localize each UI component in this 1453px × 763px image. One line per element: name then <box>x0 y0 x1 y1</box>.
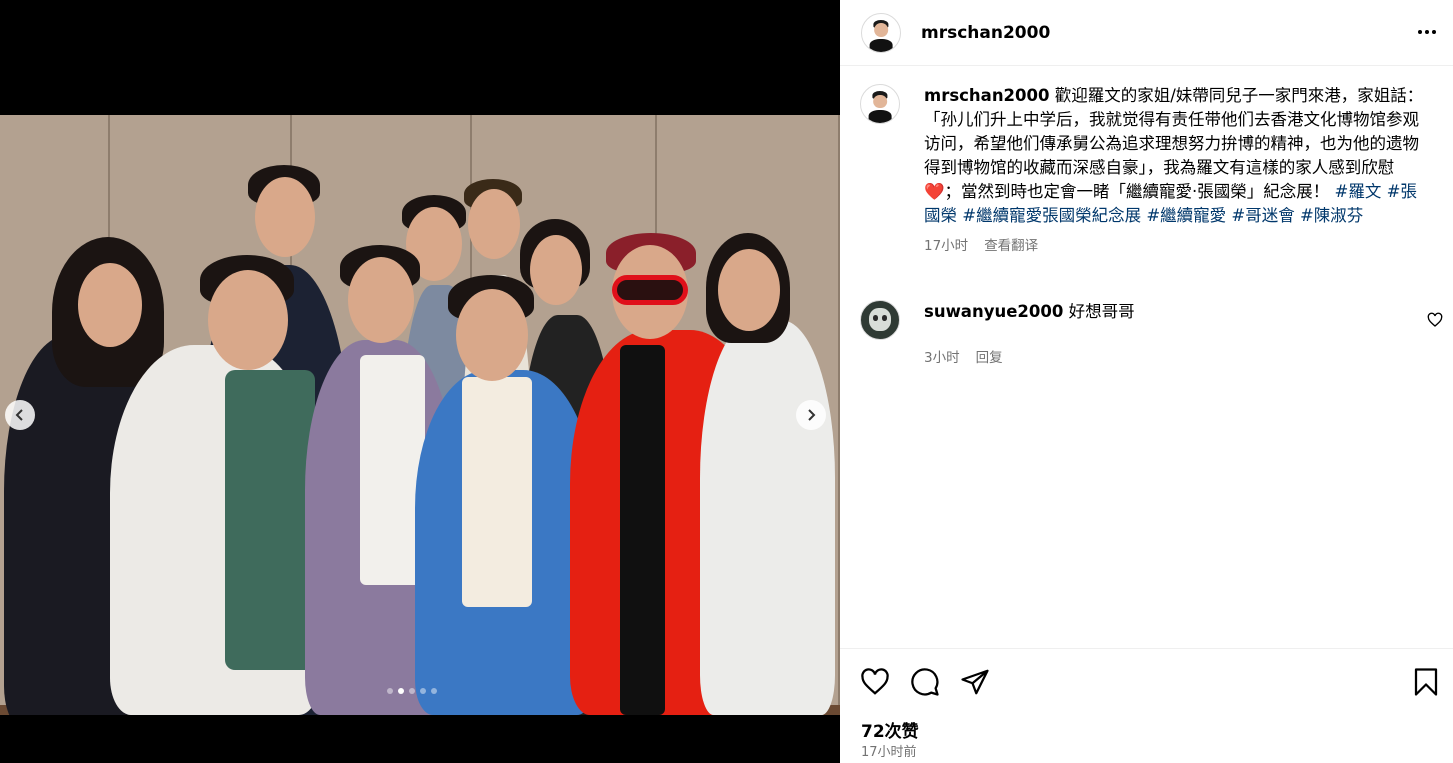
comment-button[interactable] <box>908 665 942 699</box>
hashtag[interactable]: #繼續寵愛 <box>1146 206 1226 225</box>
face <box>348 257 414 343</box>
carousel-prev-button[interactable] <box>5 400 35 430</box>
red-heart-emoji-icon: ❤️ <box>924 182 945 201</box>
face <box>78 263 142 347</box>
reply-link[interactable]: 回复 <box>976 346 1003 366</box>
avatar-body <box>868 110 892 123</box>
carousel-indicator <box>387 688 437 694</box>
hashtag[interactable]: #哥迷會 <box>1231 206 1294 225</box>
carousel-dot-active[interactable] <box>398 688 404 694</box>
share-button[interactable] <box>958 665 992 699</box>
carousel-dot[interactable] <box>387 688 393 694</box>
person <box>620 345 665 715</box>
caption-author-avatar[interactable] <box>860 84 900 124</box>
caption-meta: 17小时 查看翻译 <box>924 234 1445 254</box>
person <box>700 320 835 715</box>
caption-body-end: ；當然到時也定會一睹「繼續寵愛·張國榮」紀念展！ <box>944 182 1330 201</box>
comment-time: 3小时 <box>924 350 960 366</box>
caption-username[interactable]: mrschan2000 <box>924 86 1049 105</box>
face <box>530 235 582 305</box>
comment-username[interactable]: suwanyue2000 <box>924 302 1063 321</box>
save-button[interactable] <box>1409 665 1443 699</box>
posted-time: 17小时前 <box>861 745 917 760</box>
carousel-dot[interactable] <box>431 688 437 694</box>
post-photo[interactable] <box>0 115 840 715</box>
commenter-avatar[interactable] <box>860 300 900 340</box>
comment: suwanyue2000 好想哥哥 3小时 回复 <box>860 300 1445 366</box>
person <box>462 377 532 607</box>
hashtag[interactable]: #陳淑芬 <box>1300 206 1363 225</box>
post-details-panel: mrschan2000 mrschan2000 歡迎羅文的家姐/妹帶同兒子一家門… <box>840 0 1453 763</box>
author-avatar[interactable] <box>861 12 901 53</box>
author-username[interactable]: mrschan2000 <box>921 23 1050 43</box>
avatar-face <box>874 23 888 37</box>
avatar-eye <box>882 315 887 321</box>
instagram-post-view: mrschan2000 mrschan2000 歡迎羅文的家姐/妹帶同兒子一家門… <box>0 0 1453 763</box>
caption-time: 17小时 <box>924 238 969 254</box>
chevron-left-icon <box>15 409 23 421</box>
avatar-face <box>873 94 887 109</box>
face <box>208 270 288 370</box>
comment-text: suwanyue2000 好想哥哥 <box>924 300 1135 340</box>
likes-count[interactable]: 72次赞 <box>861 717 919 742</box>
comment-heart-icon[interactable] <box>1427 312 1443 328</box>
avatar-body <box>869 38 893 52</box>
post-header: mrschan2000 <box>840 0 1453 66</box>
comment-body: 好想哥哥 <box>1068 302 1135 321</box>
comment-icon <box>911 668 939 696</box>
face <box>718 249 780 331</box>
like-button[interactable] <box>858 665 892 699</box>
heart-icon <box>861 668 889 695</box>
media-pane <box>0 0 840 763</box>
face <box>255 177 315 257</box>
send-icon <box>961 669 989 695</box>
chevron-right-icon <box>808 409 816 421</box>
bookmark-icon <box>1414 668 1438 696</box>
carousel-next-button[interactable] <box>796 400 826 430</box>
caption: mrschan2000 歡迎羅文的家姐/妹帶同兒子一家門來港，家姐話：「孙儿们升… <box>860 84 1445 254</box>
hashtag[interactable]: #羅文 <box>1335 182 1382 201</box>
carousel-dot[interactable] <box>409 688 415 694</box>
avatar-eye <box>873 315 878 321</box>
face <box>468 189 520 259</box>
action-icons <box>858 665 992 699</box>
see-translation-link[interactable]: 查看翻译 <box>984 234 1038 254</box>
caption-text: mrschan2000 歡迎羅文的家姐/妹帶同兒子一家門來港，家姐話：「孙儿们升… <box>924 84 1424 228</box>
hashtag[interactable]: #繼續寵愛張國榮紀念展 <box>962 206 1141 225</box>
post-actions: 72次赞 17小时前 <box>840 648 1453 763</box>
face <box>456 289 528 381</box>
person <box>225 370 315 670</box>
sunglasses <box>612 275 688 305</box>
carousel-dot[interactable] <box>420 688 426 694</box>
comment-meta: 3小时 回复 <box>924 346 1445 366</box>
more-horizontal-icon[interactable] <box>1415 20 1439 44</box>
